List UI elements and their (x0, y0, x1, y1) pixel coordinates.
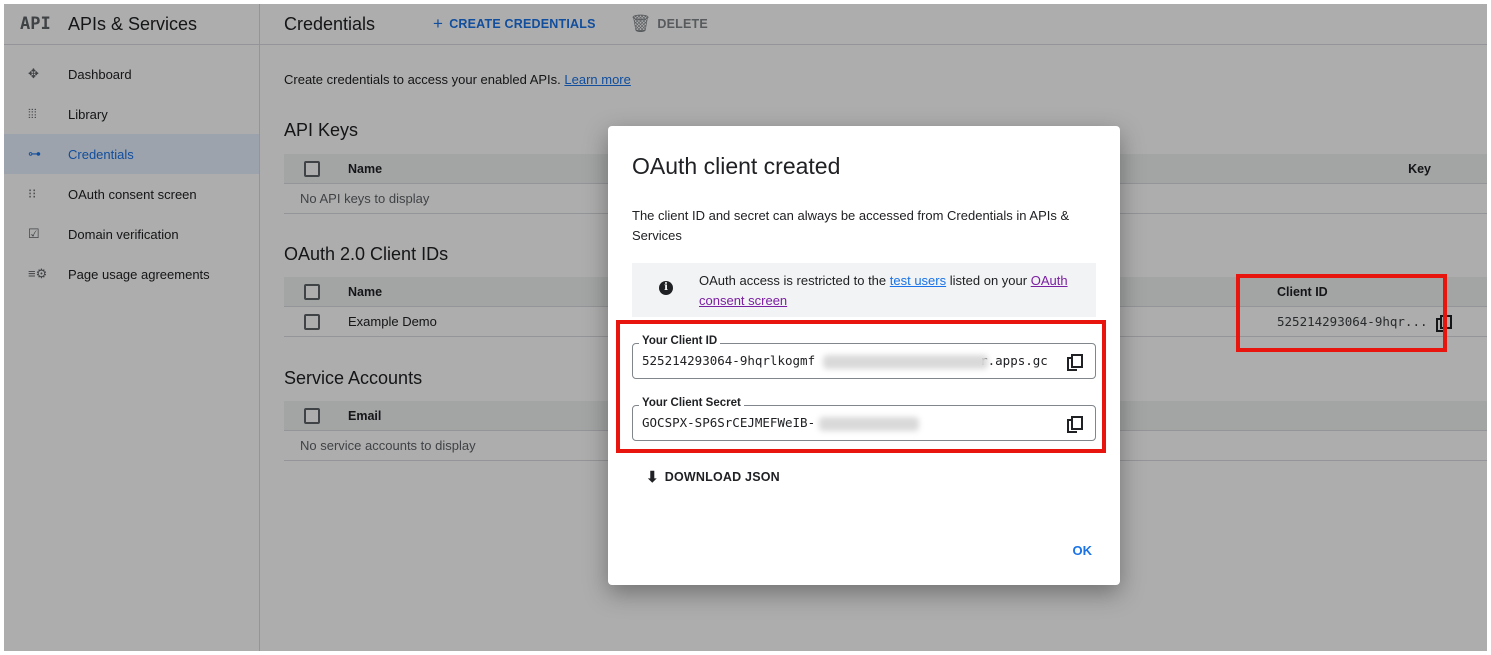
info-banner: i OAuth access is restricted to the test… (632, 263, 1096, 317)
test-users-link[interactable]: test users (890, 273, 946, 288)
info-mid: listed on your (949, 273, 1028, 288)
client-id-highlight (1236, 274, 1447, 352)
ok-button[interactable]: OK (1073, 543, 1093, 558)
download-json-label: DOWNLOAD JSON (664, 470, 780, 484)
info-text: OAuth access is restricted to the test u… (699, 271, 1089, 311)
dialog-title: OAuth client created (632, 153, 841, 179)
credentials-highlight (616, 320, 1106, 453)
info-icon: i (659, 281, 673, 295)
dialog-description: The client ID and secret can always be a… (632, 208, 1070, 243)
download-icon: ⬇ (646, 469, 659, 486)
download-json-button[interactable]: ⬇ DOWNLOAD JSON (646, 468, 780, 486)
info-prefix: OAuth access is restricted to the (699, 273, 887, 288)
